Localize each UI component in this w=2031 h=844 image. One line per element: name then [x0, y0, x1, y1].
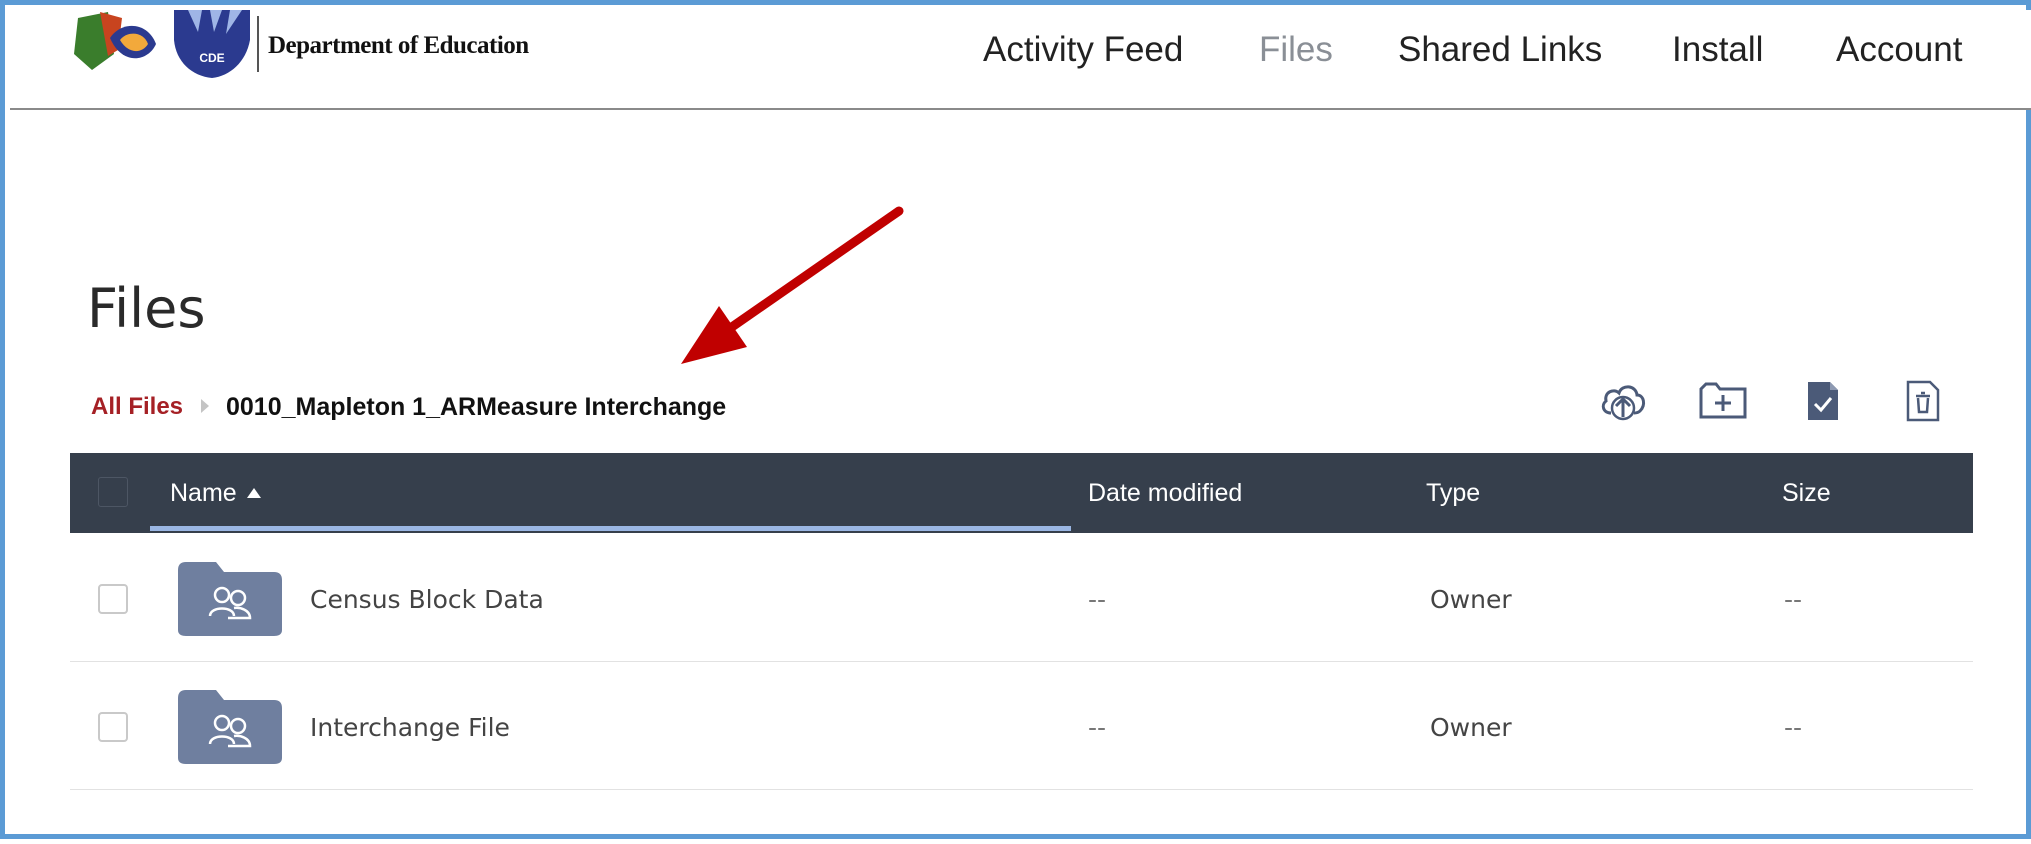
column-name-label: Name [170, 479, 237, 507]
column-name-header[interactable]: Name [170, 479, 261, 508]
screenshot-frame: CDE Department of Education Activity Fee… [0, 0, 2031, 839]
top-header: CDE Department of Education Activity Fee… [10, 10, 2031, 110]
row-size: -- [1784, 713, 1803, 742]
sorted-column-indicator [150, 526, 1071, 531]
breadcrumb-all-files[interactable]: All Files [91, 393, 183, 421]
org-name: Department of Education [268, 32, 529, 59]
new-file-icon[interactable] [1795, 377, 1851, 425]
table-row[interactable]: Interchange File -- Owner -- [70, 661, 1973, 790]
breadcrumb-separator-icon [201, 399, 209, 413]
row-checkbox[interactable] [98, 712, 128, 742]
page-title: Files [87, 277, 206, 340]
logo-badge-text: CDE [199, 51, 224, 65]
nav-account[interactable]: Account [1836, 30, 1962, 70]
shared-folder-icon [178, 560, 282, 636]
row-name[interactable]: Census Block Data [310, 585, 544, 614]
nav-shared-links[interactable]: Shared Links [1398, 30, 1602, 70]
row-checkbox[interactable] [98, 584, 128, 614]
table-row[interactable]: Census Block Data -- Owner -- [70, 533, 1973, 662]
column-date-modified-header[interactable]: Date modified [1088, 479, 1242, 508]
trash-icon[interactable] [1895, 377, 1951, 425]
nav-install[interactable]: Install [1672, 30, 1763, 70]
row-type: Owner [1430, 713, 1512, 742]
cloud-upload-icon[interactable] [1595, 377, 1651, 425]
new-folder-icon[interactable] [1695, 377, 1751, 425]
row-date-modified: -- [1088, 713, 1107, 742]
table-header: Name Date modified Type Size [70, 453, 1973, 533]
sort-ascending-icon [246, 488, 261, 498]
nav-activity-feed[interactable]: Activity Feed [983, 30, 1183, 70]
shared-folder-icon [178, 688, 282, 764]
select-all-checkbox[interactable] [98, 477, 128, 507]
breadcrumb-current-folder: 0010_Mapleton 1_ARMeasure Interchange [226, 393, 727, 421]
row-date-modified: -- [1088, 585, 1107, 614]
column-type-header[interactable]: Type [1426, 479, 1480, 508]
row-name[interactable]: Interchange File [310, 713, 510, 742]
nav-files[interactable]: Files [1259, 30, 1333, 70]
logo-divider [257, 16, 259, 72]
row-type: Owner [1430, 585, 1512, 614]
cde-logo: CDE [70, 10, 250, 80]
column-size-header[interactable]: Size [1782, 479, 1831, 508]
row-size: -- [1784, 585, 1803, 614]
